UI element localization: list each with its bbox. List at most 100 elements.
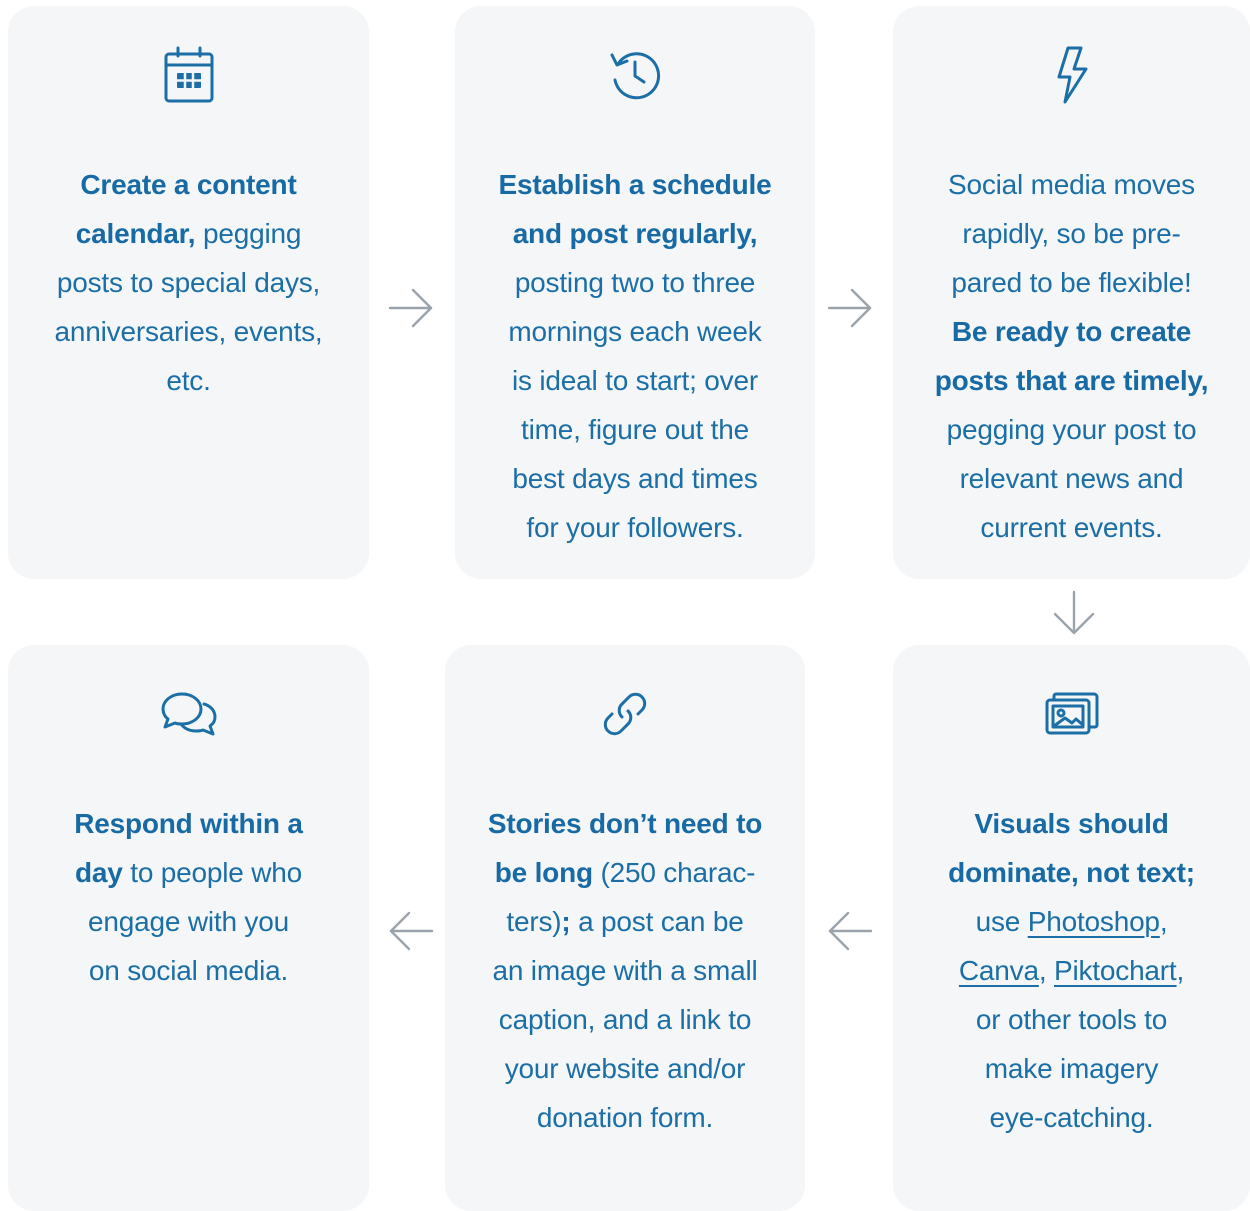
- text-line: Social media moves: [905, 160, 1238, 209]
- bold-text: day: [75, 857, 123, 888]
- calendar-icon: [159, 44, 219, 106]
- step-text: Establish a schedule and post regularly, p…: [455, 160, 815, 552]
- text-segment: posting two to three: [514, 267, 756, 298]
- text-segment: pegging your post to: [946, 414, 1197, 445]
- text-segment: is ideal to start; over: [512, 365, 758, 396]
- step-card-visuals: Visuals should dominate, not text; use Pho…: [893, 645, 1250, 1211]
- text-line: pared to be flexible!: [905, 258, 1238, 307]
- text-segment: on social media.: [88, 955, 289, 986]
- text-line: Create a content: [20, 160, 357, 209]
- bold-text: Establish a schedule: [498, 169, 772, 200]
- text-segment: caption, and a link to: [498, 1004, 752, 1035]
- text-line: caption, and a link to: [457, 995, 793, 1044]
- text-segment: ters): [506, 906, 562, 937]
- text-line: an image with a small: [457, 946, 793, 995]
- bold-text: calendar,: [75, 218, 196, 249]
- text-line: posts that are timely,: [905, 356, 1238, 405]
- bold-text: Stories don’t need to: [487, 808, 763, 839]
- text-segment: relevant news and: [959, 463, 1184, 494]
- text-link[interactable]: Photoshop: [1028, 906, 1160, 937]
- text-segment: time, figure out the: [521, 414, 749, 445]
- text-line: Respond within a: [20, 799, 357, 848]
- chat-bubbles-icon: [159, 683, 219, 745]
- text-line: anniversaries, events,: [20, 307, 357, 356]
- text-line: etc.: [20, 356, 357, 405]
- text-segment: to people who: [122, 857, 302, 888]
- text-link[interactable]: Canva: [959, 955, 1039, 986]
- step-card-schedule: Establish a schedule and post regularly, p…: [455, 6, 815, 579]
- text-line: for your followers.: [467, 503, 803, 552]
- text-segment: engage with you: [88, 906, 289, 937]
- text-line: rapidly, so be pre-: [905, 209, 1238, 258]
- text-link[interactable]: Piktochart: [1054, 955, 1177, 986]
- step-card-respond: Respond within a day to people who engage …: [8, 645, 369, 1211]
- text-line: Stories don’t need to: [457, 799, 793, 848]
- text-line: Establish a schedule: [467, 160, 803, 209]
- history-clock-icon: [605, 44, 665, 106]
- image-gallery-icon: [1042, 683, 1102, 745]
- text-segment: ,: [1176, 955, 1185, 986]
- text-line: time, figure out the: [467, 405, 803, 454]
- text-line: ters); a post can be: [457, 897, 793, 946]
- text-segment: current events.: [980, 512, 1163, 543]
- text-line: posting two to three: [467, 258, 803, 307]
- bold-text: dominate, not text;: [948, 857, 1195, 888]
- text-line: make imagery: [905, 1044, 1238, 1093]
- text-segment: donation form.: [536, 1102, 714, 1133]
- text-segment: ,: [1038, 955, 1055, 986]
- text-line: posts to special days,: [20, 258, 357, 307]
- text-segment: use: [975, 906, 1028, 937]
- arrow-down-icon: [1053, 590, 1095, 635]
- bold-text: Be ready to create: [951, 316, 1192, 347]
- arrow-right-icon: [827, 288, 872, 328]
- text-segment: for your followers.: [526, 512, 744, 543]
- step-card-stories: Stories don’t need to be long (250 charac…: [445, 645, 805, 1211]
- arrow-right-icon: [388, 288, 433, 328]
- text-segment: eye-catching.: [989, 1102, 1154, 1133]
- text-line: dominate, not text;: [905, 848, 1238, 897]
- text-segment: rapidly, so be pre-: [962, 218, 1181, 249]
- lightning-icon: [1042, 44, 1102, 106]
- step-text: Stories don’t need to be long (250 charac…: [445, 799, 805, 1142]
- bold-text: and post regularly,: [512, 218, 758, 249]
- bold-text: Respond within a: [74, 808, 303, 839]
- text-segment: best days and times: [512, 463, 758, 494]
- text-line: on social media.: [20, 946, 357, 995]
- bold-text: Visuals should: [974, 808, 1169, 839]
- text-line: eye-catching.: [905, 1093, 1238, 1142]
- text-line: engage with you: [20, 897, 357, 946]
- step-text: Respond within a day to people who engage …: [8, 799, 369, 995]
- bold-text: Create a content: [80, 169, 297, 200]
- text-line: best days and times: [467, 454, 803, 503]
- link-icon: [595, 683, 655, 745]
- text-segment: or other tools to: [975, 1004, 1168, 1035]
- text-line: Canva, Piktochart,: [905, 946, 1238, 995]
- text-line: your website and/or: [457, 1044, 793, 1093]
- text-segment: mornings each week: [508, 316, 762, 347]
- text-segment: posts to special days,: [56, 267, 321, 298]
- bold-text: posts that are timely,: [934, 365, 1209, 396]
- text-line: is ideal to start; over: [467, 356, 803, 405]
- text-line: relevant news and: [905, 454, 1238, 503]
- arrow-left-icon: [828, 911, 873, 951]
- text-segment: ,: [1159, 906, 1168, 937]
- step-text: Social media moves rapidly, so be pre-par…: [893, 160, 1250, 552]
- text-line: mornings each week: [467, 307, 803, 356]
- text-segment: etc.: [166, 365, 211, 396]
- text-line: Visuals should: [905, 799, 1238, 848]
- text-segment: your website and/or: [504, 1053, 746, 1084]
- step-card-calendar: Create a content calendar, pegging posts t…: [8, 6, 369, 579]
- text-segment: pared to be flexible!: [951, 267, 1192, 298]
- bold-text: be long: [494, 857, 593, 888]
- text-segment: (250 charac-: [592, 857, 756, 888]
- step-text: Visuals should dominate, not text; use Pho…: [893, 799, 1250, 1142]
- text-line: day to people who: [20, 848, 357, 897]
- text-line: Be ready to create: [905, 307, 1238, 356]
- arrow-left-icon: [389, 911, 434, 951]
- text-line: calendar, pegging: [20, 209, 357, 258]
- text-line: donation form.: [457, 1093, 793, 1142]
- text-segment: pegging: [195, 218, 302, 249]
- text-segment: make imagery: [984, 1053, 1159, 1084]
- text-line: and post regularly,: [467, 209, 803, 258]
- text-line: current events.: [905, 503, 1238, 552]
